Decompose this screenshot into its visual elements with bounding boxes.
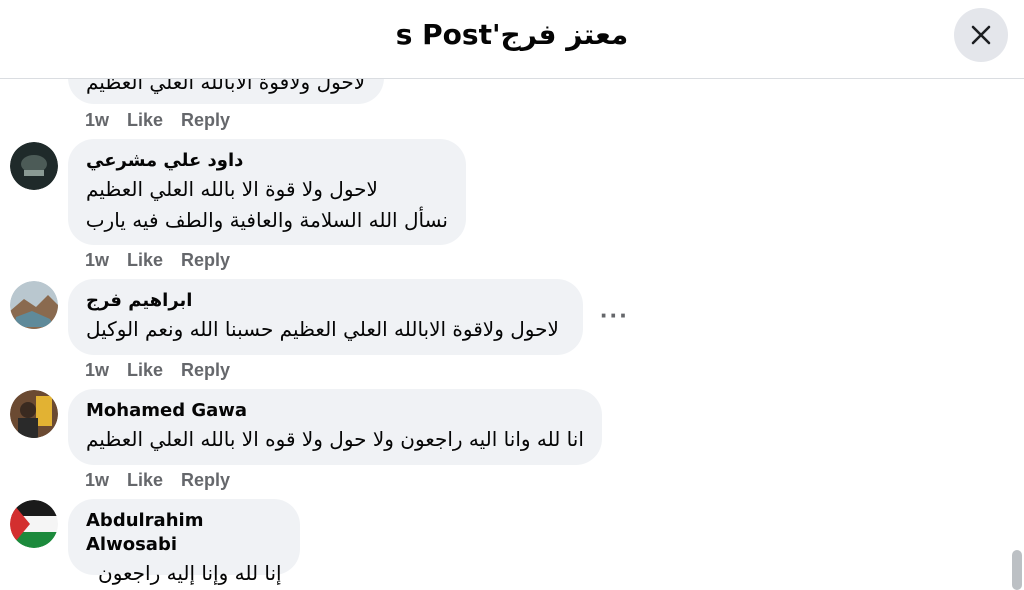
comment-time[interactable]: 1w [85,470,109,491]
reply-link[interactable]: Reply [181,250,230,271]
comment-author[interactable]: داود علي مشرعي [86,149,448,173]
close-icon [971,25,991,45]
comment-time[interactable]: 1w [85,110,109,131]
comment-author[interactable]: ابراهيم فرج [86,289,565,313]
comment-bubble: Mohamed Gawa انا لله وانا اليه راجعون ول… [68,389,602,465]
comment-bubble: داود علي مشرعي لاحول ولا قوة الا بالله ا… [68,139,466,245]
like-link[interactable]: Like [127,110,163,131]
avatar[interactable] [10,500,58,548]
more-options-icon[interactable]: ··· [600,300,629,331]
comment-actions: 1w Like Reply [85,360,230,381]
comment-bubble: Abdulrahim Alwosabi إنا لله وإنا إليه را… [68,499,300,585]
comment-text: لاحول ولا قوة الا بالله العلي العظيم [86,177,378,201]
comment-text: نسأل الله السلامة والعافية والطف فيه يار… [85,208,448,232]
comment-bubble: ابراهيم فرج لاحول ولاقوة الابالله العلي … [68,279,583,355]
reply-link[interactable]: Reply [181,110,230,131]
like-link[interactable]: Like [127,470,163,491]
page-title: معتز فرج's Post [395,18,629,51]
comment-time[interactable]: 1w [85,250,109,271]
scrollbar[interactable] [1012,550,1022,590]
comment-actions: 1w Like Reply [85,250,230,271]
avatar[interactable] [10,142,58,190]
comment-time[interactable]: 1w [85,360,109,381]
reply-link[interactable]: Reply [181,470,230,491]
close-button[interactable] [954,8,1008,62]
reply-link[interactable]: Reply [181,360,230,381]
like-link[interactable]: Like [127,360,163,381]
avatar[interactable] [10,281,58,329]
comment-actions: 1w Like Reply [85,470,230,491]
comment-text: لاحول ولاقوة الابالله العلي العظيم حسبنا… [86,317,559,341]
like-link[interactable]: Like [127,250,163,271]
comment-author[interactable]: Abdulrahim Alwosabi [86,509,282,557]
post-header: معتز فرج's Post [0,0,1024,79]
comment-author[interactable]: Mohamed Gawa [86,399,584,423]
comment-actions: 1w Like Reply [85,110,230,131]
comments-feed: لاحول ولاقوة الابالله العلي العظيم 1w Li… [0,0,1010,585]
comment-text: إنا لله وإنا إليه راجعون [98,561,282,585]
comment-text: انا لله وانا اليه راجعون ولا حول ولا قوه… [86,427,584,451]
avatar[interactable] [10,390,58,438]
